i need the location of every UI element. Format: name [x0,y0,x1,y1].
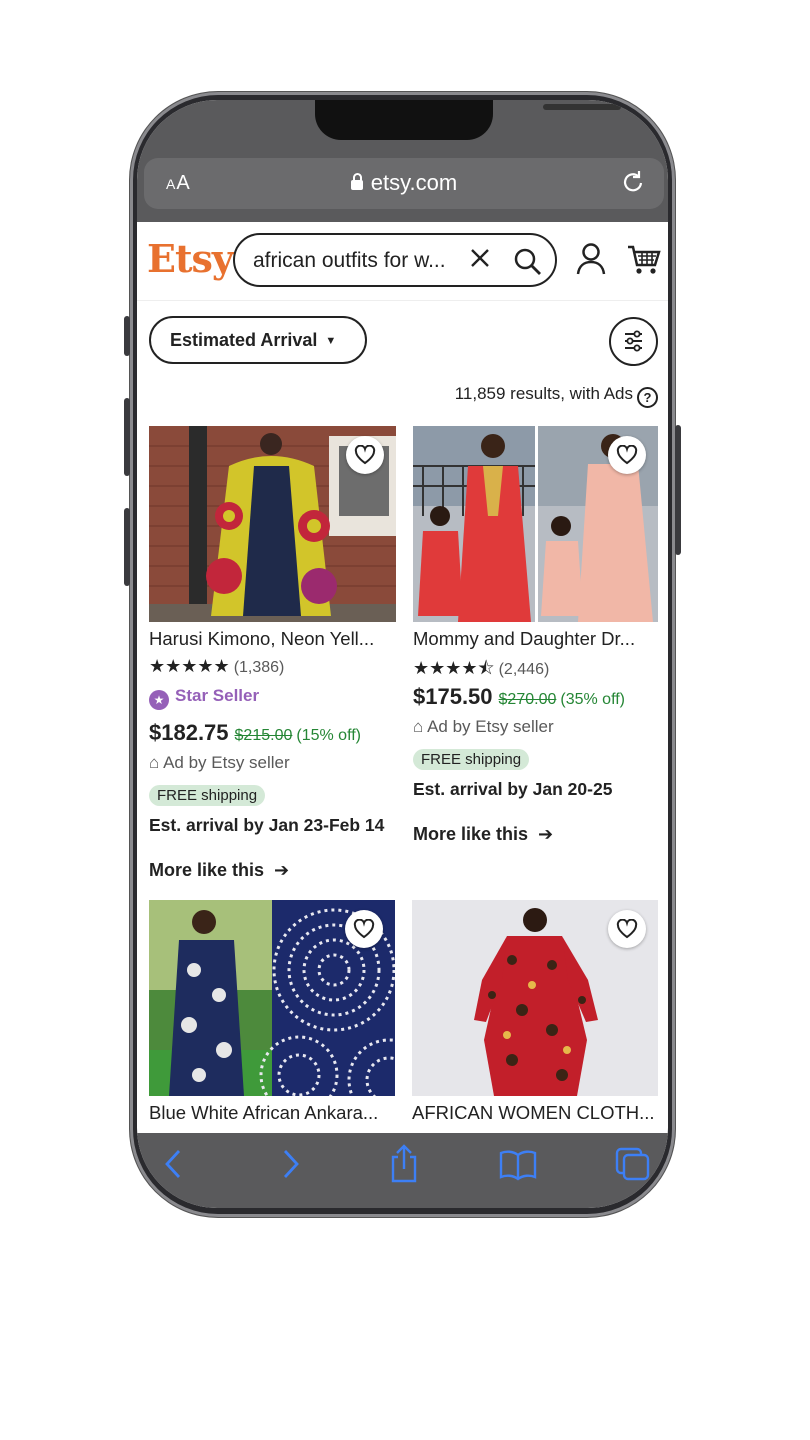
star-badge-icon: ★ [149,690,169,710]
browser-top-bar: AA etsy.com [137,100,668,222]
product-image[interactable] [412,900,658,1096]
power-button [675,425,681,555]
caret-down-icon: ▼ [325,335,337,347]
speaker [543,104,621,110]
product-title[interactable]: Blue White African Ankara... [149,1102,394,1124]
sale-price: $175.50 [413,684,493,709]
discount: (35% off) [560,691,625,708]
bookmarks-icon[interactable] [499,1149,537,1186]
product-title[interactable]: Harusi Kimono, Neon Yell... [149,628,394,650]
url-display[interactable]: etsy.com [144,170,664,196]
forward-icon[interactable] [279,1147,303,1186]
address-bar[interactable]: AA etsy.com [144,158,664,209]
product-image[interactable] [413,426,658,622]
price-block: $182.75 $215.00 (15% off) [149,720,361,746]
volume-up-button [124,398,130,476]
lock-icon [350,173,363,190]
free-shipping-badge: FREE shipping [413,749,530,770]
search-input[interactable]: african outfits for w... [233,233,557,287]
back-icon[interactable] [161,1147,185,1186]
arrival-estimate: Est. arrival by Jan 20-25 [413,779,613,799]
notch [315,100,621,140]
favorite-heart-icon[interactable] [608,436,646,474]
more-like-this-link[interactable]: More like this ➔ [413,824,553,845]
product-title[interactable]: AFRICAN WOMEN CLOTH... [412,1102,657,1124]
price-block: $175.50 $270.00 (35% off) [413,684,625,710]
shop-icon: ⌂ [413,717,428,736]
rating-stars: ★★★★★ (1,386) [149,656,285,676]
clear-search-icon[interactable] [469,244,491,276]
favorite-heart-icon[interactable] [345,910,383,948]
filter-settings-button[interactable] [609,317,658,366]
ad-label: ⌂ Ad by Etsy seller [149,753,290,772]
estimated-arrival-filter[interactable]: Estimated Arrival ▼ [149,316,367,364]
ad-label: ⌂ Ad by Etsy seller [413,717,554,736]
phone-screen: AA etsy.com Etsy african outfits for w..… [137,100,668,1208]
star-seller-badge: ★ Star Seller [149,686,259,710]
cart-icon[interactable] [627,244,661,281]
free-shipping-badge: FREE shipping [149,785,266,806]
results-count: 11,859 results, with Ads? [455,384,658,408]
more-like-this-link[interactable]: More like this ➔ [149,860,289,881]
arrival-estimate: Est. arrival by Jan 23-Feb 14 [149,815,385,835]
favorite-heart-icon[interactable] [346,436,384,474]
review-count: (1,386) [233,659,285,676]
browser-bottom-toolbar [137,1133,668,1208]
arrow-right-icon: ➔ [528,824,554,844]
help-icon[interactable]: ? [637,387,658,408]
original-price: $215.00 [234,727,293,744]
rating-stars: ★★★★⯪ (2,446) [413,658,550,678]
review-count: (2,446) [498,661,550,678]
discount: (15% off) [296,727,361,744]
account-icon[interactable] [575,242,607,281]
shop-icon: ⌂ [149,753,164,772]
product-image[interactable] [149,426,396,622]
url-text: etsy.com [370,170,458,195]
arrow-right-icon: ➔ [264,860,290,880]
product-image[interactable] [149,900,395,1096]
search-query: african outfits for w... [253,249,446,272]
filter-label: Estimated Arrival [170,330,318,350]
product-title[interactable]: Mommy and Daughter Dr... [413,628,658,650]
share-icon[interactable] [389,1143,419,1188]
tabs-icon[interactable] [615,1147,651,1186]
volume-down-button [124,508,130,586]
search-icon[interactable] [513,247,543,282]
original-price: $270.00 [498,691,557,708]
sliders-icon [625,330,642,352]
favorite-heart-icon[interactable] [608,910,646,948]
reload-icon[interactable] [622,169,646,202]
mute-switch [124,316,130,356]
site-header: Etsy african outfits for w... [137,222,668,301]
sale-price: $182.75 [149,720,229,745]
etsy-logo[interactable]: Etsy [147,236,234,281]
